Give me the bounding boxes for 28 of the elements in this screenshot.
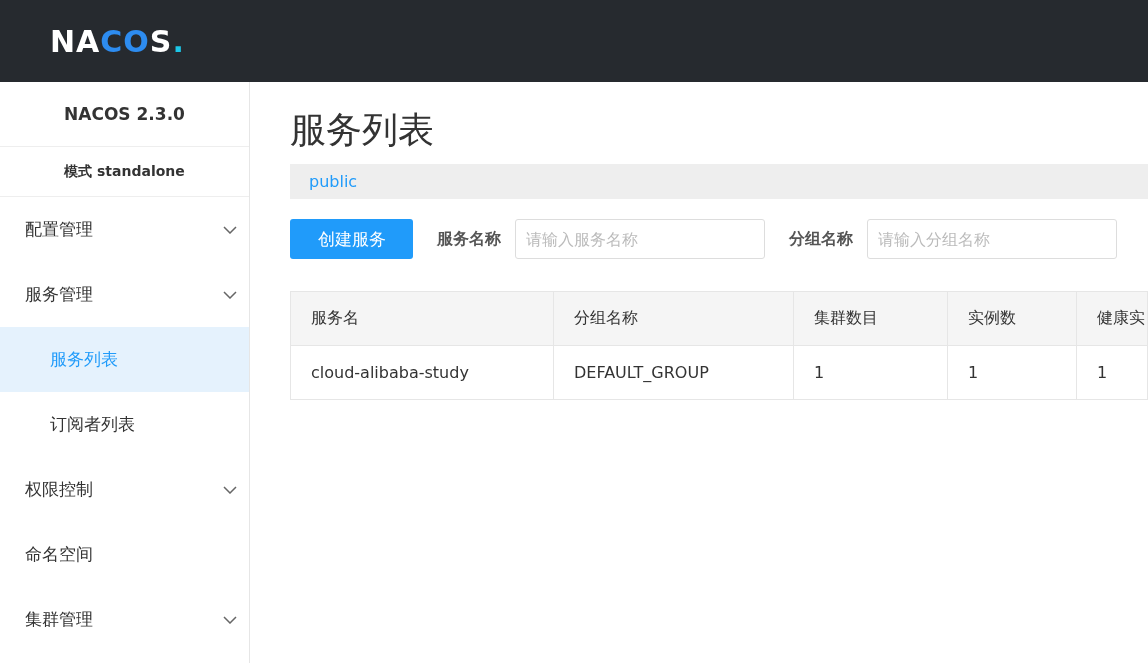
page-title: 服务列表 — [290, 108, 435, 152]
menu-item[interactable]: 权限控制 — [0, 457, 249, 522]
version-title: NACOS 2.3.0 — [0, 82, 249, 147]
column-header: 集群数目 — [794, 292, 948, 346]
chevron-down-icon — [223, 290, 237, 299]
table-cell: DEFAULT_GROUP — [554, 346, 794, 400]
table-cell: 1 — [794, 346, 948, 400]
table-cell: cloud-alibaba-study — [291, 346, 554, 400]
menu-item[interactable]: 命名空间 — [0, 522, 249, 587]
mode-label: 模式 standalone — [0, 147, 249, 197]
chevron-down-icon — [223, 615, 237, 624]
column-header: 分组名称 — [554, 292, 794, 346]
menu-item[interactable]: 服务管理 — [0, 262, 249, 327]
menu-item[interactable]: 配置管理 — [0, 197, 249, 262]
chevron-down-icon — [223, 485, 237, 494]
column-header: 服务名 — [291, 292, 554, 346]
table-cell: 1 — [948, 346, 1077, 400]
submenu-item[interactable]: 订阅者列表 — [0, 392, 249, 457]
chevron-down-icon — [223, 225, 237, 234]
logo: NACOS. — [50, 23, 185, 59]
table-cell: 1 — [1077, 346, 1148, 400]
filter-label: 服务名称 — [437, 228, 501, 250]
column-header: 实例数 — [948, 292, 1077, 346]
menu-item[interactable]: 集群管理 — [0, 587, 249, 652]
search-field[interactable]: 请输入分组名称 — [867, 219, 1117, 259]
column-header: 健康实 — [1077, 292, 1148, 346]
search-field[interactable]: 请输入服务名称 — [515, 219, 765, 259]
filter-label: 分组名称 — [789, 228, 853, 250]
